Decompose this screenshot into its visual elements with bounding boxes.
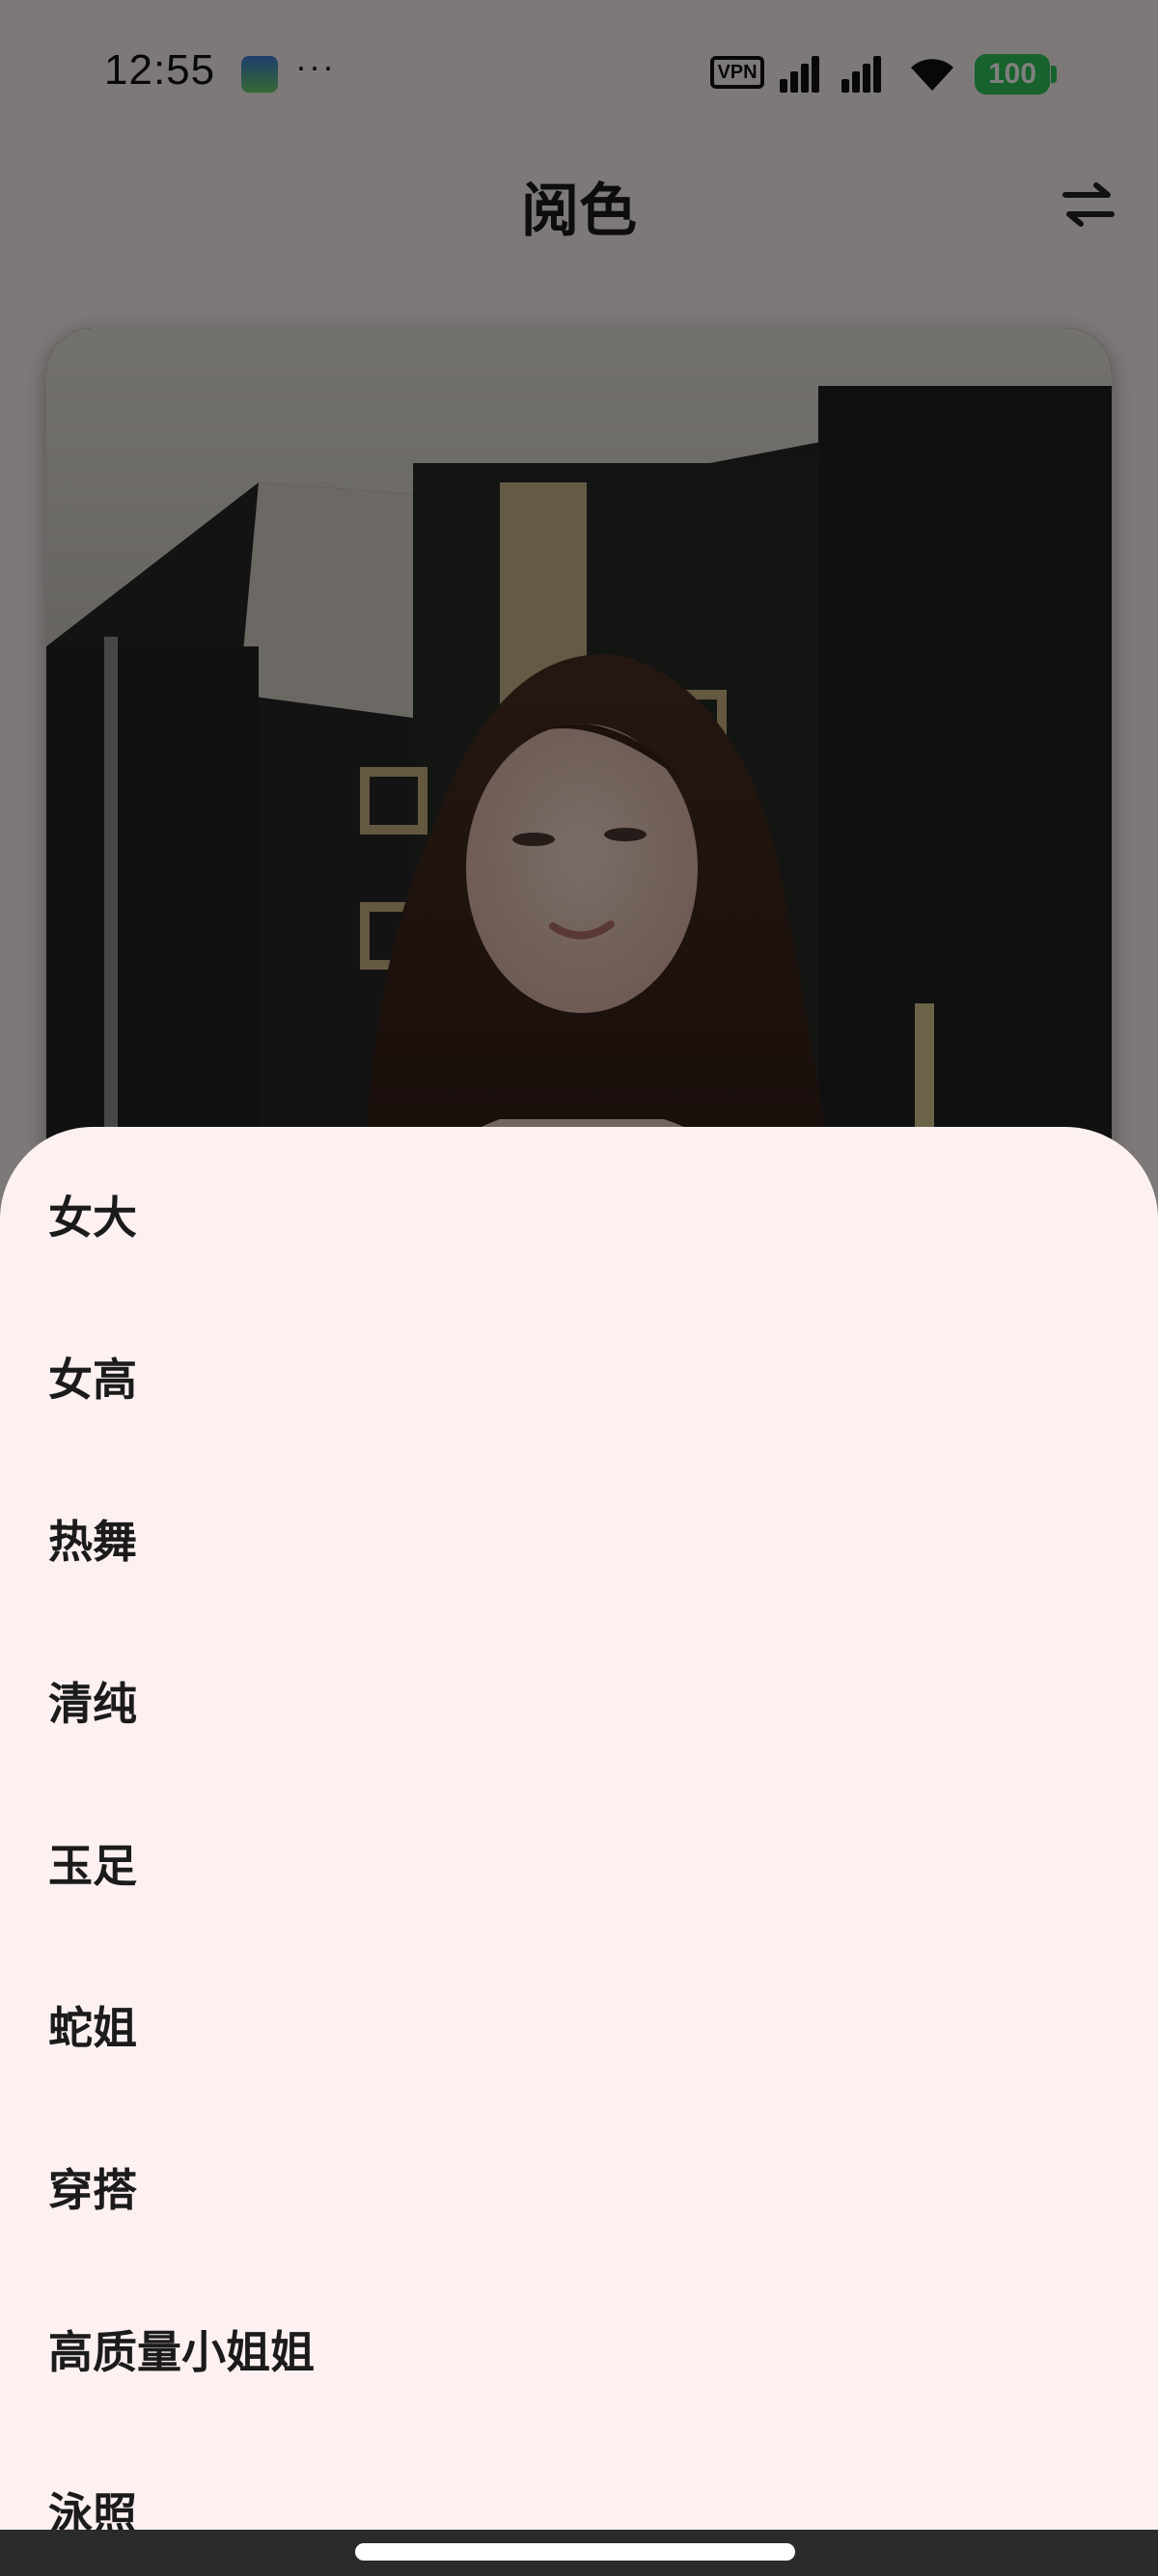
list-item[interactable]: 清纯 <box>0 1623 1158 1785</box>
list-item[interactable]: 玉足 <box>0 1785 1158 1947</box>
home-gesture-handle[interactable] <box>355 2543 795 2561</box>
list-item[interactable]: 穿搭 <box>0 2109 1158 2271</box>
list-item[interactable]: 高质量小姐姐 <box>0 2271 1158 2433</box>
system-nav-bar <box>0 2530 1158 2576</box>
list-item[interactable]: 热舞 <box>0 1461 1158 1623</box>
bottom-sheet: 欲梦 女大 女高 热舞 清纯 玉足 蛇姐 穿搭 高质量小姐姐 泳照 <box>0 1127 1158 2576</box>
category-list: 欲梦 女大 女高 热舞 清纯 玉足 蛇姐 穿搭 高质量小姐姐 泳照 <box>0 1127 1158 2576</box>
list-item[interactable]: 女高 <box>0 1299 1158 1461</box>
list-item[interactable]: 女大 <box>0 1137 1158 1299</box>
list-item[interactable]: 蛇姐 <box>0 1947 1158 2109</box>
list-item[interactable]: 欲梦 <box>0 1127 1158 1137</box>
